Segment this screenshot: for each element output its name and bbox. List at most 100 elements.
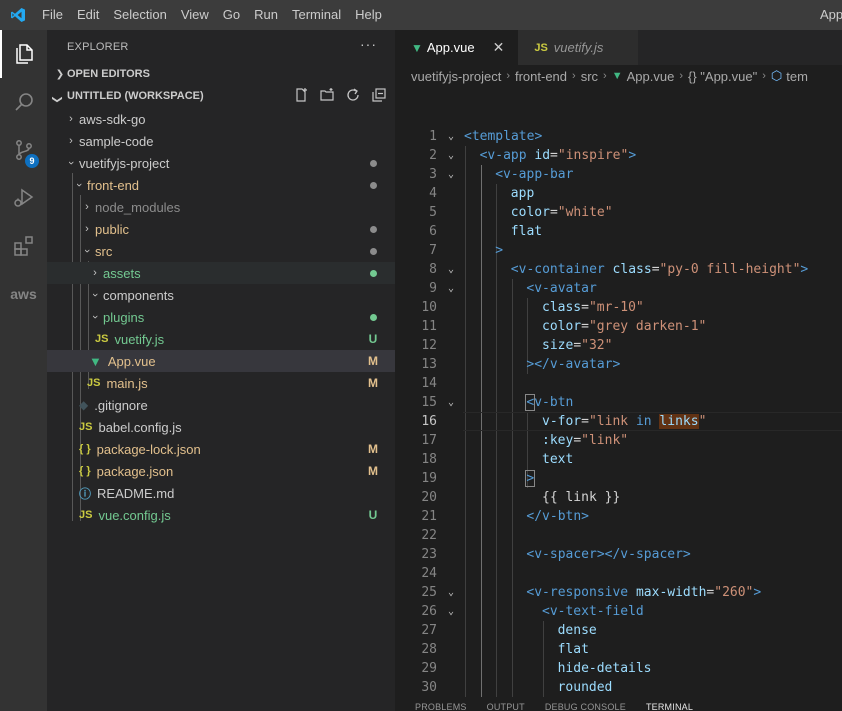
code-line[interactable]: 4 app	[395, 184, 842, 203]
tab-output[interactable]: OUTPUT	[467, 701, 525, 711]
tree-item-label: plugins	[103, 309, 145, 325]
untracked-badge: U	[368, 508, 378, 522]
code-line[interactable]: 30 rounded	[395, 678, 842, 697]
tree-item-package-json[interactable]: { } package.json M	[47, 460, 395, 482]
fold-chevron-icon[interactable]: ⌄	[445, 602, 457, 621]
fold-chevron-icon[interactable]: ⌄	[445, 146, 457, 165]
menu-run[interactable]: Run	[247, 0, 285, 30]
source-control-activity-button[interactable]: 9	[0, 126, 47, 174]
tree-item-front-end[interactable]: › front-end	[47, 174, 395, 196]
tree-item-vuetifyjs-project[interactable]: › vuetifyjs-project	[47, 152, 395, 174]
tree-item-assets[interactable]: › assets	[47, 262, 395, 284]
tree-item-node-modules[interactable]: › node_modules	[47, 196, 395, 218]
tab-terminal[interactable]: TERMINAL	[626, 701, 693, 711]
tree-item-aws-sdk-go[interactable]: › aws-sdk-go	[47, 108, 395, 130]
tree-item-public[interactable]: › public	[47, 218, 395, 240]
code-line[interactable]: 10 class="mr-10"	[395, 298, 842, 317]
vue-file-icon: ▼	[411, 40, 423, 55]
tree-item-vuetify-js[interactable]: JS vuetify.js U	[47, 328, 395, 350]
menu-go[interactable]: Go	[216, 0, 247, 30]
code-line[interactable]: 5 color="white"	[395, 203, 842, 222]
tab-vuetify-js[interactable]: JS vuetify.js	[518, 30, 639, 65]
explorer-activity-button[interactable]	[0, 30, 47, 78]
code-line[interactable]: 23 <v-spacer></v-spacer>	[395, 545, 842, 564]
code-line[interactable]: 6 flat	[395, 222, 842, 241]
code-line[interactable]: 22	[395, 526, 842, 545]
breadcrumb-item[interactable]: App.vue	[627, 69, 675, 84]
menu-file[interactable]: File	[35, 0, 70, 30]
open-editors-section[interactable]: ❯ OPEN EDITORS	[47, 63, 395, 85]
menu-view[interactable]: View	[174, 0, 216, 30]
code-line[interactable]: 26 ⌄ <v-text-field	[395, 602, 842, 621]
menu-selection[interactable]: Selection	[106, 0, 173, 30]
code-line[interactable]: 19 >	[395, 469, 842, 488]
tree-item-gitignore[interactable]: ◆ .gitignore	[47, 394, 395, 416]
fold-chevron-icon[interactable]: ⌄	[445, 260, 457, 279]
aws-activity-button[interactable]: aws	[0, 270, 47, 318]
code-line[interactable]: 7 >	[395, 241, 842, 260]
fold-chevron-icon[interactable]: ⌄	[445, 393, 457, 412]
new-file-icon[interactable]	[293, 87, 309, 103]
tree-item-src[interactable]: › src	[47, 240, 395, 262]
chevron-down-icon: ›	[89, 293, 101, 297]
code-line[interactable]: 9 ⌄ <v-avatar	[395, 279, 842, 298]
code-line[interactable]: 24	[395, 564, 842, 583]
fold-chevron-icon[interactable]: ⌄	[445, 583, 457, 602]
run-debug-activity-button[interactable]	[0, 174, 47, 222]
fold-chevron-icon[interactable]: ⌄	[445, 165, 457, 184]
tree-item-components[interactable]: › components	[47, 284, 395, 306]
code-line[interactable]: 25 ⌄ <v-responsive max-width="260">	[395, 583, 842, 602]
code-line[interactable]: 2 ⌄ <v-app id="inspire">	[395, 146, 842, 165]
code-line[interactable]: 18 text	[395, 450, 842, 469]
fold-chevron-icon[interactable]: ⌄	[445, 279, 457, 298]
breadcrumb-item[interactable]: tem	[786, 69, 808, 84]
code-editor[interactable]: 1 ⌄ <template> 2 ⌄ <v-app id="inspire"> 3 ⌄ <v-a…	[395, 119, 842, 697]
info-file-icon: ⓘ	[79, 486, 92, 501]
code-line[interactable]: 13 ></v-avatar>	[395, 355, 842, 374]
menu-edit[interactable]: Edit	[70, 0, 106, 30]
tree-item-readme[interactable]: ⓘ README.md	[47, 482, 395, 504]
tree-item-sample-code[interactable]: › sample-code	[47, 130, 395, 152]
breadcrumb-item[interactable]: src	[581, 69, 598, 84]
new-folder-icon[interactable]	[319, 87, 335, 103]
tree-item-plugins[interactable]: › plugins	[47, 306, 395, 328]
breadcrumb-item[interactable]: {} "App.vue"	[688, 69, 757, 84]
tree-item-app-vue[interactable]: ▼ App.vue M	[47, 350, 395, 372]
code-line[interactable]: 21 </v-btn>	[395, 507, 842, 526]
tab-debug-console[interactable]: DEBUG CONSOLE	[525, 701, 626, 711]
code-line[interactable]: 14	[395, 374, 842, 393]
refresh-icon[interactable]	[345, 87, 361, 103]
tab-app-vue[interactable]: ▼ App.vue ✕	[395, 30, 519, 65]
breadcrumb-item[interactable]: front-end	[515, 69, 567, 84]
code-line[interactable]: 20 {{ link }}	[395, 488, 842, 507]
close-icon[interactable]: ✕	[493, 39, 505, 56]
workspace-section[interactable]: ❯ UNTITLED (WORKSPACE)	[47, 85, 395, 107]
code-line[interactable]: 11 color="grey darken-1"	[395, 317, 842, 336]
chevron-down-icon: ›	[89, 315, 101, 319]
code-line[interactable]: 1 ⌄ <template>	[395, 127, 842, 146]
code-line[interactable]: 8 ⌄ <v-container class="py-0 fill-height">	[395, 260, 842, 279]
menu-help[interactable]: Help	[348, 0, 389, 30]
tree-item-vue-config[interactable]: JS vue.config.js U	[47, 504, 395, 526]
tree-item-package-lock[interactable]: { } package-lock.json M	[47, 438, 395, 460]
tab-problems[interactable]: PROBLEMS	[395, 701, 467, 711]
code-line[interactable]: 12 size="32"	[395, 336, 842, 355]
search-activity-button[interactable]	[0, 78, 47, 126]
collapse-all-icon[interactable]	[371, 87, 387, 103]
code-line[interactable]: 29 hide-details	[395, 659, 842, 678]
tree-item-label: babel.config.js	[98, 419, 182, 435]
breadcrumb-item[interactable]: vuetifyjs-project	[411, 69, 501, 84]
code-line[interactable]: 28 flat	[395, 640, 842, 659]
code-text: <v-spacer></v-spacer>	[526, 547, 691, 562]
fold-chevron-icon[interactable]: ⌄	[445, 127, 457, 146]
code-line[interactable]: 27 dense	[395, 621, 842, 640]
code-line[interactable]: 16 v-for="link in links"	[395, 412, 842, 431]
menu-terminal[interactable]: Terminal	[285, 0, 348, 30]
extensions-activity-button[interactable]	[0, 222, 47, 270]
more-actions-icon[interactable]: ···	[360, 36, 377, 52]
code-line[interactable]: 15 ⌄ <v-btn	[395, 393, 842, 412]
code-line[interactable]: 3 ⌄ <v-app-bar	[395, 165, 842, 184]
code-line[interactable]: 17:key="link"	[395, 431, 842, 450]
tree-item-main-js[interactable]: JS main.js M	[47, 372, 395, 394]
tree-item-babel-config[interactable]: JS babel.config.js	[47, 416, 395, 438]
